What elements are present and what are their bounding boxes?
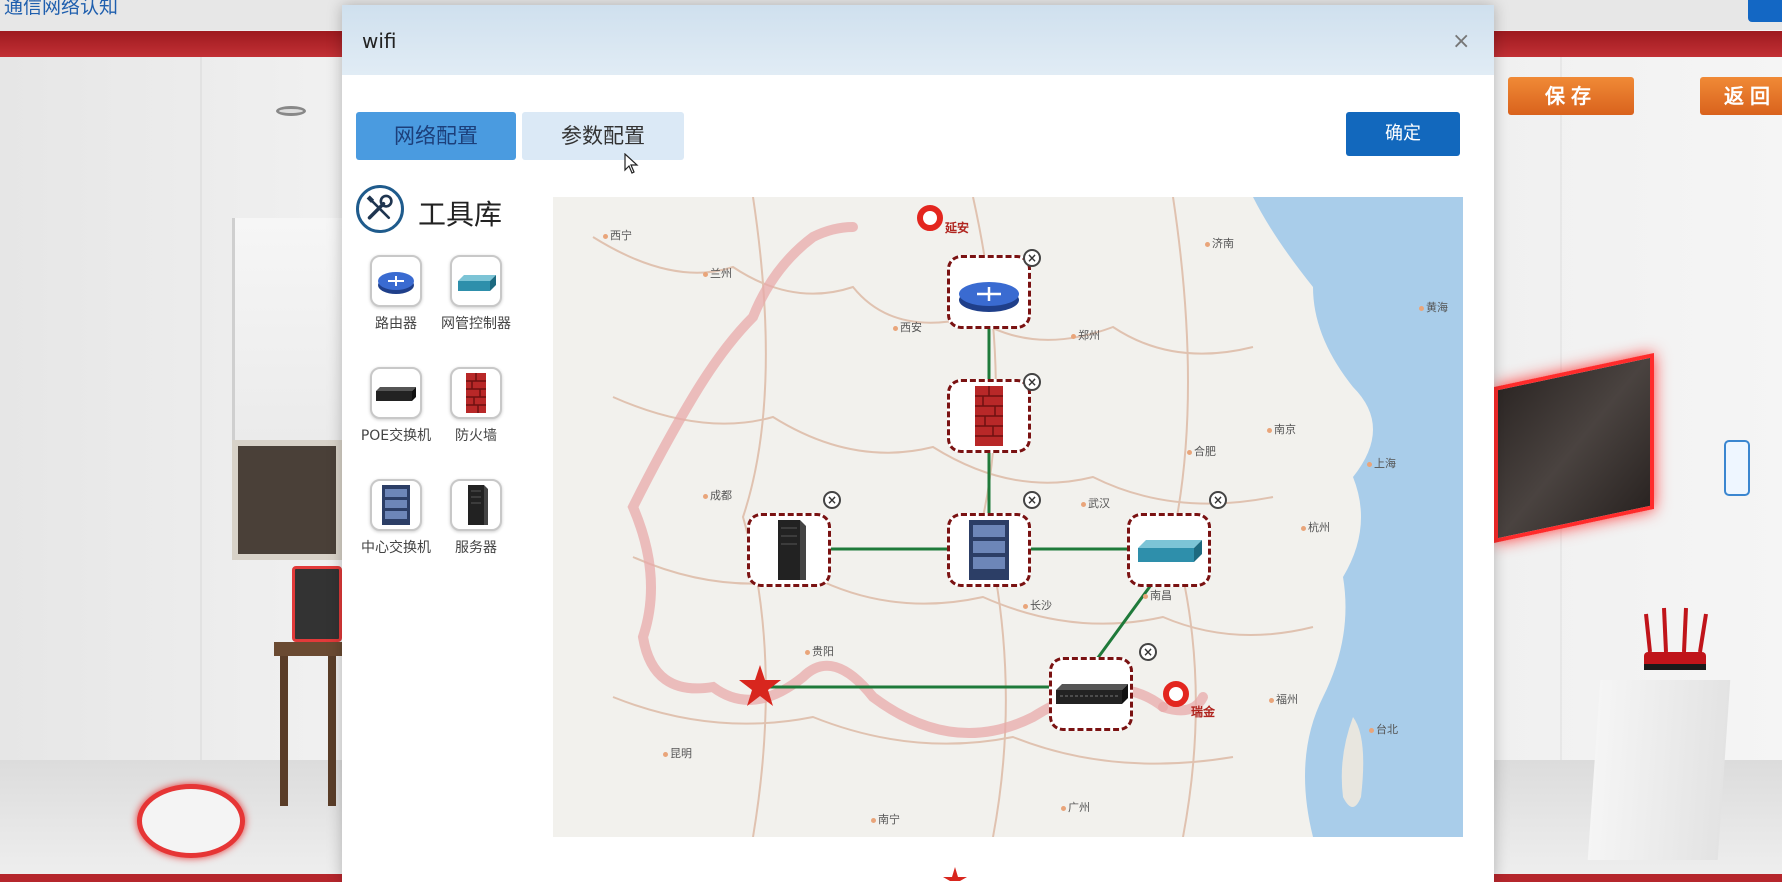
- app-title: 通信网络认知: [4, 0, 119, 18]
- display-pedestal: [1587, 680, 1731, 860]
- remove-node-icon[interactable]: ×: [1209, 491, 1227, 509]
- tool-router[interactable]: 路由器: [356, 255, 436, 333]
- city-label: 武汉: [1081, 495, 1110, 511]
- city-label: 福州: [1269, 691, 1298, 707]
- tool-poe-switch[interactable]: POE交换机: [356, 367, 436, 445]
- city-label: 南昌: [1143, 587, 1172, 603]
- city-label: 成都: [703, 487, 732, 503]
- tool-server[interactable]: 服务器: [436, 479, 516, 557]
- city-label: 台北: [1369, 721, 1398, 737]
- wooden-stool: [274, 642, 342, 812]
- tool-label: 防火墙: [455, 428, 497, 444]
- location-pin-icon: [917, 205, 943, 231]
- city-label: 南京: [1267, 421, 1296, 437]
- city-label: 长沙: [1023, 597, 1052, 613]
- tab-parameter-config[interactable]: 参数配置: [522, 112, 684, 160]
- poe-switch-icon: [1056, 684, 1128, 704]
- dialog-header: wifi ×: [342, 5, 1494, 75]
- city-label: 南宁: [871, 811, 900, 827]
- node-firewall[interactable]: [947, 379, 1031, 453]
- city-label: 济南: [1205, 235, 1234, 251]
- ceiling-lamp: [276, 106, 306, 116]
- remove-node-icon[interactable]: ×: [1139, 643, 1157, 661]
- room-window-view: [232, 440, 342, 560]
- poe-switch-icon: [376, 387, 416, 401]
- robot-vacuum-device[interactable]: [137, 784, 245, 858]
- wifi-dialog: wifi × 网络配置 参数配置 确定 工具库 路由器 网管控制器 POE交换机…: [342, 5, 1494, 882]
- network-controller-icon: [1138, 540, 1202, 562]
- remove-node-icon[interactable]: ×: [1023, 491, 1041, 509]
- red-star-icon: [943, 867, 967, 881]
- toolbox-title: 工具库: [418, 198, 503, 231]
- tool-label: 服务器: [455, 540, 497, 556]
- tool-label: POE交换机: [360, 428, 432, 444]
- wifi-router-device[interactable]: [1636, 606, 1714, 684]
- router-icon: [378, 272, 414, 294]
- city-label: 广州: [1061, 799, 1090, 815]
- close-icon[interactable]: ×: [1452, 31, 1470, 53]
- tool-label: 中心交换机: [361, 540, 431, 556]
- server-icon: [468, 485, 488, 525]
- phone-device[interactable]: [1724, 440, 1750, 496]
- server-icon: [778, 520, 806, 580]
- city-label: 西宁: [603, 227, 632, 243]
- city-label: 西安: [893, 319, 922, 335]
- city-label: 合肥: [1187, 443, 1216, 459]
- city-label: 黄海: [1419, 299, 1448, 315]
- pin-label: 瑞金: [1191, 705, 1216, 719]
- wall-strip: [200, 57, 202, 777]
- core-switch-icon: [382, 485, 410, 525]
- tool-label: 路由器: [375, 316, 417, 332]
- network-controller-icon: [458, 275, 496, 291]
- remove-node-icon[interactable]: ×: [1023, 249, 1041, 267]
- city-label: 上海: [1367, 455, 1396, 471]
- topology-map[interactable]: 西宁 兰州 西安 郑州 济南 黄海 南京 合肥 上海 成都 武汉 杭州 长沙 南…: [553, 197, 1463, 837]
- node-poe-switch[interactable]: [1049, 657, 1133, 731]
- node-router[interactable]: [947, 255, 1031, 329]
- node-network-controller[interactable]: [1127, 513, 1211, 587]
- tool-label: 网管控制器: [441, 316, 511, 332]
- wrench-screwdriver-icon: [356, 185, 404, 233]
- city-label: 杭州: [1301, 519, 1330, 535]
- router-icon: [959, 282, 1019, 312]
- mouse-cursor-icon: [624, 153, 639, 174]
- node-core-switch[interactable]: [947, 513, 1031, 587]
- firewall-icon: [975, 386, 1003, 446]
- firewall-icon: [466, 373, 486, 413]
- tool-network-controller[interactable]: 网管控制器: [436, 255, 516, 333]
- location-pin-icon: [1163, 681, 1189, 707]
- tab-network-config[interactable]: 网络配置: [356, 112, 516, 160]
- red-star-icon: [739, 665, 781, 706]
- remove-node-icon[interactable]: ×: [1023, 373, 1041, 391]
- back-button[interactable]: 返回: [1700, 77, 1782, 115]
- city-label: 贵阳: [805, 643, 834, 659]
- dialog-title: wifi: [362, 29, 397, 53]
- city-label: 郑州: [1071, 327, 1100, 343]
- confirm-button[interactable]: 确定: [1346, 112, 1460, 156]
- tool-firewall[interactable]: 防火墙: [436, 367, 516, 445]
- remove-node-icon[interactable]: ×: [823, 491, 841, 509]
- core-switch-icon: [969, 520, 1009, 580]
- node-server[interactable]: [747, 513, 831, 587]
- topbar-corner-button[interactable]: [1748, 0, 1782, 22]
- city-label: 兰州: [703, 265, 732, 281]
- laptop-device[interactable]: [292, 566, 342, 642]
- city-label: 昆明: [663, 745, 692, 761]
- tool-core-switch[interactable]: 中心交换机: [356, 479, 436, 557]
- save-button[interactable]: 保存: [1508, 77, 1634, 115]
- pin-label: 延安: [945, 221, 970, 235]
